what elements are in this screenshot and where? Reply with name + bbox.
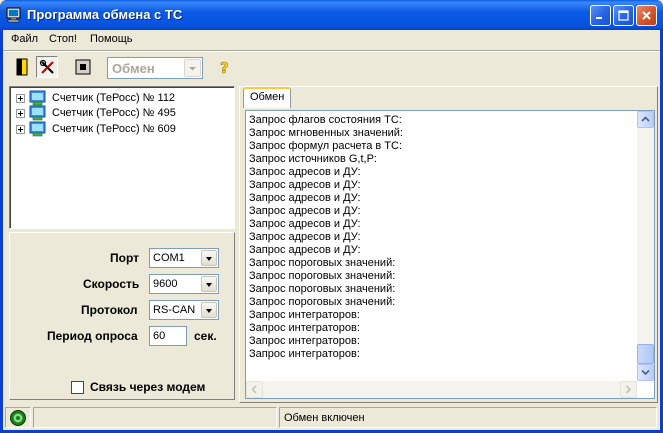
protocol-value: RS-CAN (153, 304, 196, 316)
log-line: Запрос флагов состояния ТС: (249, 114, 402, 126)
log-line: Запрос адресов и ДУ: (249, 244, 361, 256)
settings-tool-button[interactable] (36, 56, 58, 78)
expand-icon[interactable] (16, 125, 25, 134)
maximize-icon (618, 10, 629, 21)
toolbar: ? (3, 52, 660, 83)
status-message: Обмен включен (284, 412, 365, 424)
chevron-down-icon[interactable] (201, 250, 217, 266)
chevron-down-icon (641, 369, 650, 376)
close-button[interactable] (636, 5, 657, 26)
meter-icon (29, 90, 46, 106)
port-select[interactable]: COM1 (149, 248, 219, 268)
protocol-label: Протокол (81, 303, 138, 317)
period-input[interactable]: 60 (149, 326, 187, 346)
svg-text:?: ? (220, 59, 229, 76)
log-line: Запрос адресов и ДУ: (249, 192, 361, 204)
log-line: Запрос пороговых значений: (249, 257, 396, 269)
chevron-down-icon (189, 67, 196, 71)
tools-icon (39, 59, 54, 74)
status-bar: Обмен включен (3, 405, 660, 430)
log-line: Запрос интеграторов: (249, 322, 360, 334)
log-line: Запрос пороговых значений: (249, 270, 396, 282)
log-line: Запрос адресов и ДУ: (249, 231, 361, 243)
scroll-thumb[interactable] (637, 344, 654, 364)
log-line: Запрос интеграторов: (249, 309, 360, 321)
scroll-down-button[interactable] (637, 364, 654, 381)
log-lines: Запрос флагов состояния ТС: Запрос мгнове… (249, 114, 634, 361)
mode-combo-arrow[interactable] (184, 59, 201, 77)
period-value: 60 (153, 330, 166, 342)
tab-exchange[interactable]: Обмен (243, 87, 291, 108)
log-line: Запрос пороговых значений: (249, 283, 396, 295)
speed-label: Скорость (83, 277, 140, 291)
status-icon-pane (5, 407, 31, 428)
chevron-up-icon (641, 116, 650, 122)
mode-combo[interactable]: Обмен (107, 57, 203, 79)
close-icon (642, 11, 651, 20)
modem-label[interactable]: Связь через модем (90, 380, 205, 394)
log-line: Запрос адресов и ДУ: (249, 179, 361, 191)
log-line: Запрос адресов и ДУ: (249, 166, 361, 178)
tree-item-label: Счетчик (ТеРосс) № 112 (52, 92, 176, 104)
log-line: Запрос адресов и ДУ: (249, 205, 361, 217)
exchange-log[interactable]: Запрос флагов состояния ТС: Запрос мгнове… (245, 110, 655, 399)
scroll-left-button[interactable] (246, 381, 263, 398)
speed-select[interactable]: 9600 (149, 274, 219, 294)
scroll-up-button[interactable] (637, 111, 654, 128)
period-label: Период опроса (47, 329, 138, 343)
connection-status-icon (10, 410, 26, 426)
log-line: Запрос интеграторов: (249, 335, 360, 347)
minimize-icon (596, 17, 602, 19)
exit-button[interactable] (11, 56, 33, 78)
menu-help[interactable]: Помощь (90, 33, 133, 45)
stop-exchange-button[interactable] (72, 56, 94, 78)
status-pane-empty (33, 407, 277, 428)
door-exit-icon (16, 58, 28, 76)
vertical-scrollbar[interactable] (637, 111, 654, 381)
status-message-pane: Обмен включен (279, 407, 657, 428)
expand-icon[interactable] (16, 109, 25, 118)
device-tree[interactable]: Счетчик (ТеРосс) № 112 Счетчик (ТеРосс) … (9, 86, 235, 229)
tab-exchange-label: Обмен (250, 91, 285, 103)
tree-item-label: Счетчик (ТеРосс) № 609 (52, 123, 176, 135)
meter-icon (29, 105, 46, 121)
log-line: Запрос пороговых значений: (249, 296, 396, 308)
question-mark-icon: ? (220, 59, 229, 76)
chevron-left-icon (251, 385, 257, 394)
protocol-select[interactable]: RS-CAN (149, 300, 219, 320)
port-value: COM1 (153, 252, 185, 264)
maximize-button[interactable] (613, 5, 634, 26)
log-line: Запрос интеграторов: (249, 348, 360, 360)
modem-checkbox[interactable] (71, 381, 84, 394)
chevron-down-icon[interactable] (201, 276, 217, 292)
horizontal-scrollbar[interactable] (246, 381, 637, 398)
exchange-panel: Обмен Запрос флагов состояния ТС: Запрос … (239, 86, 658, 403)
stop-square-icon (75, 59, 91, 75)
main-window: Программа обмена с ТС Файл Стоп! Помощь (0, 0, 663, 433)
log-line: Запрос формул расчета в ТС: (249, 140, 403, 152)
menu-file[interactable]: Файл (11, 33, 38, 45)
minimize-button[interactable] (590, 5, 611, 26)
scroll-right-button[interactable] (620, 381, 637, 398)
chevron-down-icon[interactable] (201, 302, 217, 318)
log-line: Запрос адресов и ДУ: (249, 218, 361, 230)
speed-value: 9600 (153, 278, 178, 290)
app-icon (6, 7, 21, 23)
log-line: Запрос источников G,t,P: (249, 153, 377, 165)
menu-stop[interactable]: Стоп! (49, 33, 77, 45)
period-unit: сек. (194, 329, 217, 343)
chevron-right-icon (625, 385, 632, 394)
title-bar[interactable]: Программа обмена с ТС (0, 0, 663, 30)
expand-icon[interactable] (16, 94, 25, 103)
mode-combo-value: Обмен (112, 61, 155, 76)
connection-settings: Порт COM1 Скорость 9600 Протокол RS-CAN … (9, 232, 235, 400)
meter-icon (29, 121, 46, 137)
menu-bar: Файл Стоп! Помощь (3, 30, 660, 50)
tree-item-label: Счетчик (ТеРосс) № 495 (52, 107, 176, 119)
log-line: Запрос мгновенных значений: (249, 127, 403, 139)
port-label: Порт (110, 251, 140, 265)
help-button[interactable]: ? (214, 56, 236, 78)
window-title: Программа обмена с ТС (27, 7, 183, 22)
